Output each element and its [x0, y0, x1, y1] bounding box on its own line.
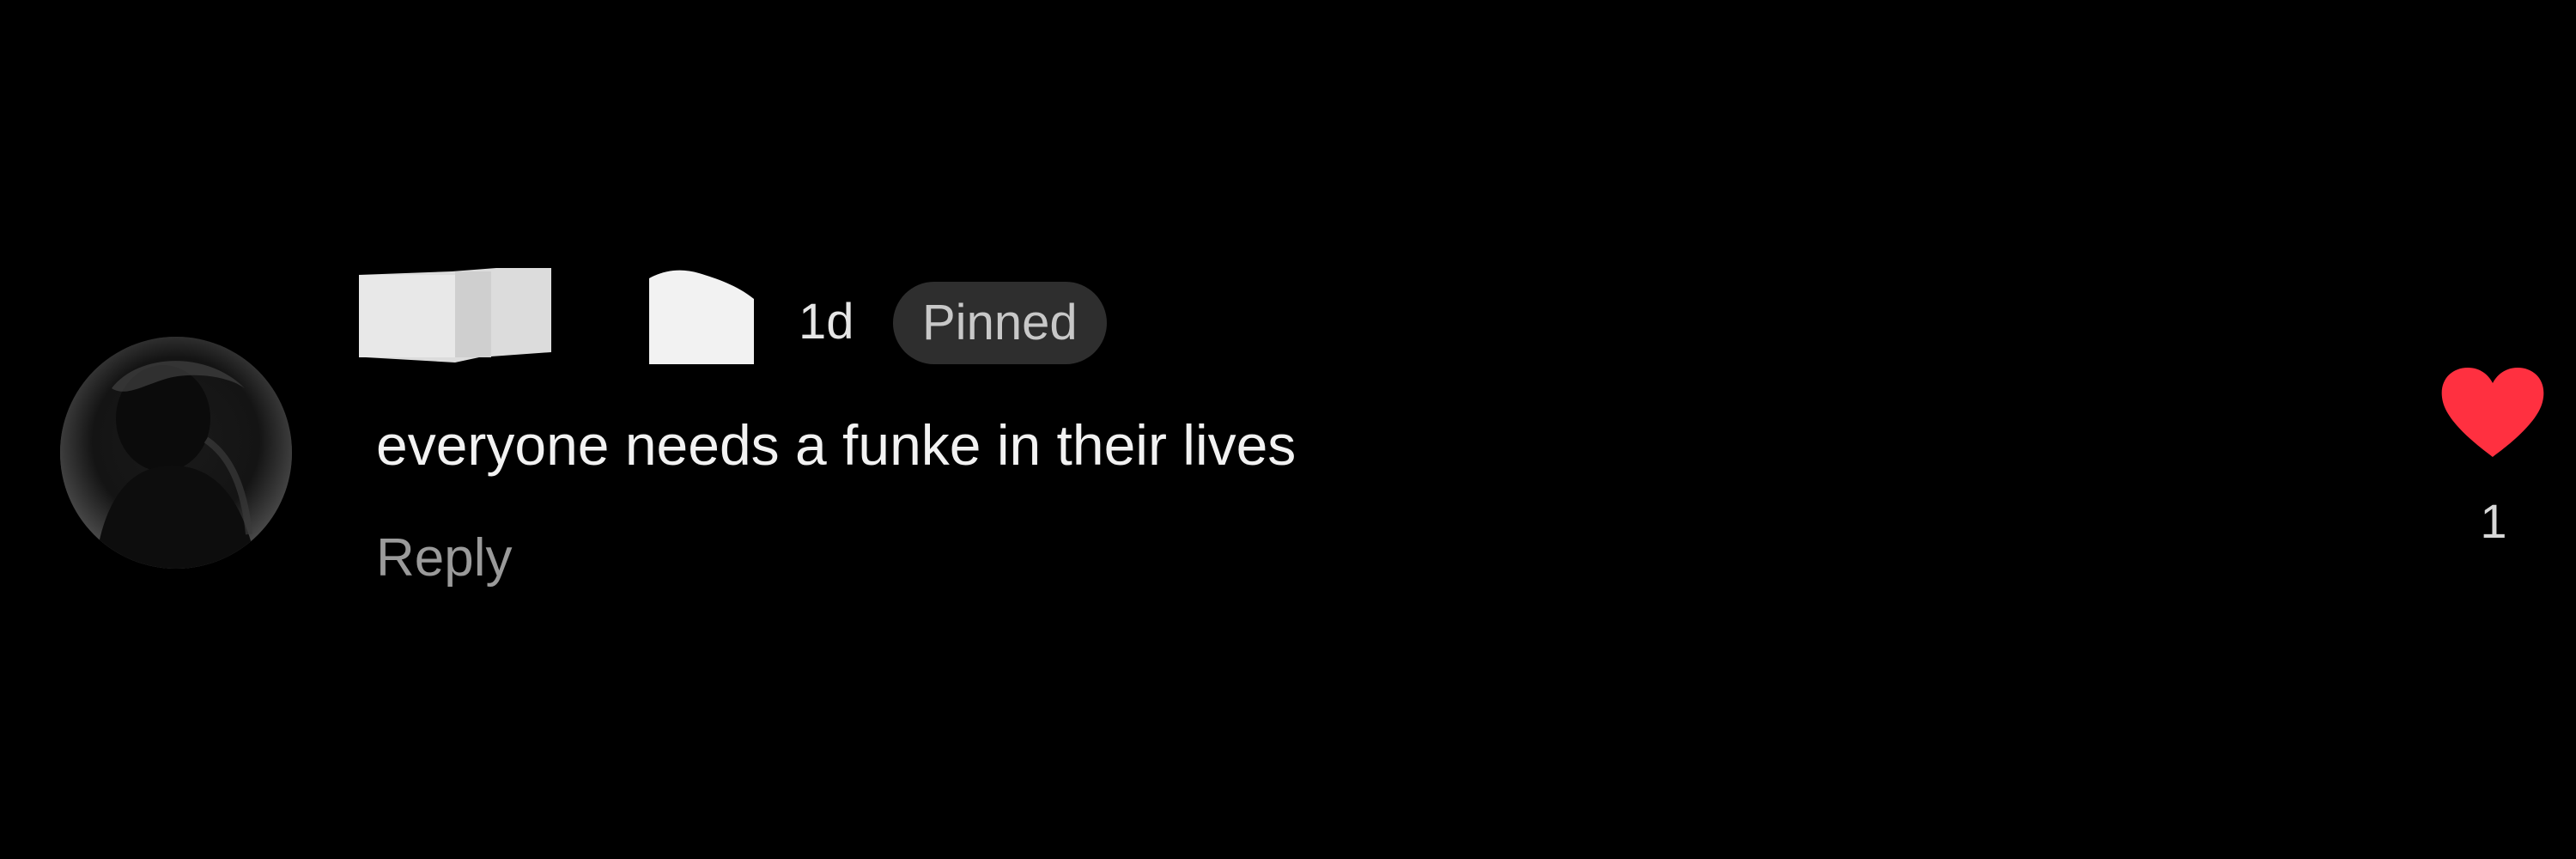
- avatar-image: [60, 337, 292, 569]
- reply-button[interactable]: Reply: [376, 526, 513, 591]
- redacted-username-block: [359, 268, 551, 362]
- like-button[interactable]: [2440, 366, 2545, 459]
- comment-body: everyone needs a funke in their lives: [376, 413, 1297, 477]
- comment-screen: 1d Pinned everyone needs a funke in thei…: [0, 0, 2576, 859]
- pinned-badge: Pinned: [893, 282, 1107, 364]
- like-count: 1: [2480, 494, 2507, 548]
- redacted-badge-block: [649, 270, 754, 364]
- avatar[interactable]: [60, 337, 292, 569]
- pinned-label: Pinned: [922, 295, 1078, 350]
- heart-icon: [2441, 368, 2544, 457]
- comment-timestamp: 1d: [799, 294, 854, 350]
